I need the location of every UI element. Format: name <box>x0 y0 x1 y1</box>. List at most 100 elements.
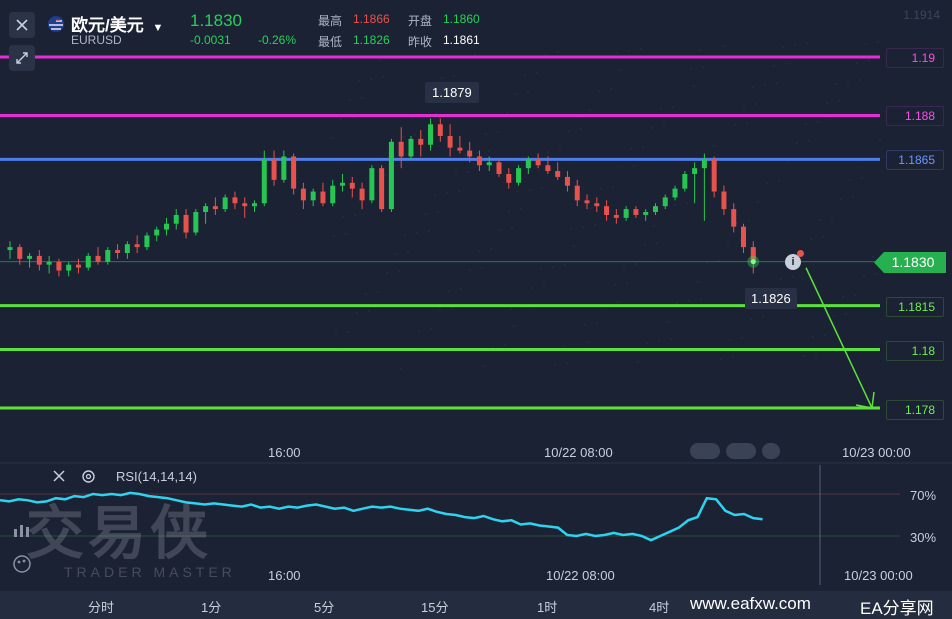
period-tab-tick[interactable]: 分时 <box>88 597 114 616</box>
peak-annotation: 1.1879 <box>425 82 479 103</box>
map-dot <box>406 250 410 254</box>
map-dot <box>537 169 541 173</box>
map-dot <box>800 256 804 260</box>
low-label: 最低 <box>318 35 343 49</box>
period-tab-5m[interactable]: 5分 <box>314 597 334 616</box>
period-tab-4h[interactable]: 4时 <box>649 597 669 616</box>
candle-body <box>212 206 218 210</box>
map-dot <box>837 99 841 103</box>
map-dot <box>804 122 808 126</box>
candle-body <box>388 141 394 210</box>
map-dot <box>556 50 560 54</box>
map-dot <box>821 235 825 239</box>
level-tag-4: 1.1815 <box>886 297 944 317</box>
candle-body <box>408 138 414 157</box>
fullscreen-button[interactable] <box>9 45 35 71</box>
map-dot <box>383 173 387 177</box>
period-tab-1m[interactable]: 1分 <box>201 597 221 616</box>
candle-body <box>105 250 111 262</box>
map-dot <box>694 182 698 186</box>
event-marker-2[interactable] <box>726 443 756 459</box>
candle-body <box>613 214 619 218</box>
faded-axis-price: 1.1914 <box>903 8 940 22</box>
close-icon <box>16 19 28 31</box>
map-dot <box>839 197 843 201</box>
rsi-title: RSI(14,14,14) <box>116 469 197 484</box>
map-dot <box>505 111 509 115</box>
map-dot <box>357 79 361 83</box>
map-dot <box>807 139 811 143</box>
map-dot <box>768 198 772 202</box>
map-dot <box>615 51 619 55</box>
map-dot <box>671 105 675 109</box>
gear-icon <box>82 470 95 483</box>
map-dot <box>507 209 511 213</box>
event-marker-1[interactable] <box>690 443 720 459</box>
map-dot <box>871 255 875 259</box>
candle-body <box>124 244 130 253</box>
candle-body <box>320 191 326 204</box>
candle-body <box>291 156 297 189</box>
candle-body <box>271 159 277 180</box>
map-dot <box>673 203 677 207</box>
candle-body <box>476 156 482 166</box>
map-dot <box>749 317 753 321</box>
map-dot <box>853 293 857 297</box>
candle-body <box>535 159 541 166</box>
candle-body <box>398 141 404 157</box>
map-dot <box>404 152 408 156</box>
candle-body <box>437 124 443 136</box>
map-dot <box>535 71 539 75</box>
level-tag-1: 1.19 <box>886 48 944 68</box>
map-dot <box>745 121 749 125</box>
map-dot <box>514 92 518 96</box>
map-dot <box>475 151 479 155</box>
map-dot <box>657 339 661 343</box>
map-dot <box>627 49 631 53</box>
map-dot <box>544 52 548 56</box>
period-tab-1h[interactable]: 1时 <box>537 597 557 616</box>
map-dot <box>878 138 882 142</box>
map-dot <box>447 289 451 293</box>
map-dot <box>791 275 795 279</box>
map-dot <box>588 108 592 112</box>
map-dot <box>572 244 576 248</box>
map-dot <box>344 232 348 236</box>
map-dot <box>636 360 640 364</box>
candle-body <box>349 182 355 189</box>
candle-body <box>183 214 189 233</box>
map-dot <box>855 61 859 65</box>
map-dot <box>519 207 523 211</box>
current-price-tag-value: 1.1830 <box>891 254 935 270</box>
map-dot <box>597 89 601 93</box>
period-tab-15m[interactable]: 15分 <box>421 597 448 616</box>
map-dot <box>540 186 544 190</box>
price-change: -0.0031 <box>190 33 231 47</box>
map-dot <box>360 96 364 100</box>
event-marker-3[interactable] <box>762 443 780 459</box>
candle-body <box>222 197 228 210</box>
candle-body <box>242 203 248 207</box>
map-dot <box>867 59 871 63</box>
map-dot <box>560 246 564 250</box>
current-price-tag: 1.1830 <box>874 252 946 273</box>
map-dot <box>334 332 338 336</box>
map-dot <box>648 358 652 362</box>
last-price: 1.1830 <box>190 11 242 30</box>
map-dot <box>403 233 407 237</box>
map-dot <box>823 333 827 337</box>
map-dot <box>689 67 693 71</box>
map-dot <box>355 311 359 315</box>
time-label-1: 16:00 <box>268 445 301 460</box>
map-dot <box>609 87 613 91</box>
map-dot <box>482 364 486 368</box>
last-price-dot <box>750 259 756 265</box>
map-dot <box>876 40 880 44</box>
map-dot <box>756 200 760 204</box>
candle-body <box>340 182 346 186</box>
candle-body <box>75 264 81 268</box>
map-dot <box>662 124 666 128</box>
map-dot <box>364 292 368 296</box>
close-button[interactable] <box>9 12 35 38</box>
candle-body <box>486 162 492 166</box>
